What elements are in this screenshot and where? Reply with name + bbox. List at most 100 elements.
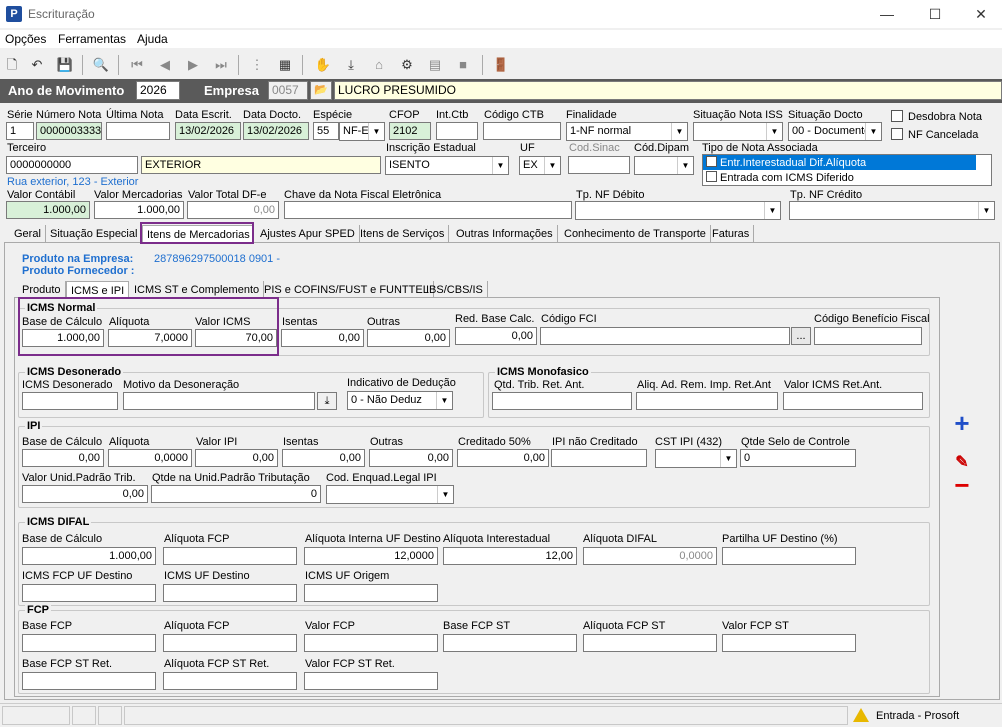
tab-outras-informacoes[interactable]: Outras Informações	[452, 225, 558, 243]
intctb-field[interactable]	[436, 122, 478, 140]
ipi-isentas-field[interactable]: 0,00	[282, 449, 365, 467]
ipi-enquad-select[interactable]: ▼	[326, 485, 454, 504]
icms-red-field[interactable]: 0,00	[455, 327, 537, 345]
valor-dfe-field[interactable]: 0,00	[187, 201, 279, 219]
menu-opcoes[interactable]: Opções	[5, 32, 46, 46]
icms-outras-field[interactable]: 0,00	[367, 329, 450, 347]
ultima-field[interactable]	[106, 122, 170, 140]
save-icon[interactable]: 💾	[56, 56, 74, 74]
maximize-button[interactable]: ☐	[912, 0, 958, 28]
situacao-docto-select[interactable]: 00 - Documento regular▼	[788, 122, 882, 141]
ipi-outras-field[interactable]: 0,00	[369, 449, 453, 467]
undo-icon[interactable]: ↶	[28, 56, 46, 74]
cod-dipam-select[interactable]: ▼	[634, 156, 694, 175]
ipi-cst-select[interactable]: ▼	[655, 449, 737, 468]
fcp-aliq-st-ret-field[interactable]	[163, 672, 297, 690]
previous-record-icon[interactable]: ◀	[156, 56, 174, 74]
tab-situacao-especial[interactable]: Situação Especial	[46, 225, 143, 243]
download-icon[interactable]: ⤓	[342, 56, 360, 74]
new-document-icon[interactable]: 🗋	[3, 56, 21, 74]
last-record-icon[interactable]: ⏭	[212, 56, 230, 74]
data-escrit-field[interactable]: 13/02/2026	[175, 122, 241, 140]
fcp-valor-st-field[interactable]	[722, 634, 856, 652]
difal-aliq-int-dest-field[interactable]: 12,0000	[304, 547, 438, 565]
valor-contabil-field[interactable]: 1.000,00	[6, 201, 90, 219]
data-docto-field[interactable]: 13/02/2026	[243, 122, 309, 140]
ie-select[interactable]: ISENTO ▼	[385, 156, 509, 175]
next-record-icon[interactable]: ▶	[184, 56, 202, 74]
tp-credito-select[interactable]: ▼	[789, 201, 995, 220]
icms-isentas-field[interactable]: 0,00	[281, 329, 364, 347]
especie-select[interactable]: NF-E ▼	[339, 122, 385, 141]
tree-icon[interactable]: ⋮	[248, 56, 266, 74]
nf-cancelada-checkbox[interactable]	[891, 128, 903, 140]
difal-fcp-uf-dest-field[interactable]	[22, 584, 156, 602]
tipo-nota-checkbox-1[interactable]	[706, 156, 717, 167]
difal-icms-uf-dest-field[interactable]	[163, 584, 297, 602]
tipo-nota-checkbox-2[interactable]	[706, 171, 717, 182]
difal-icms-uf-orig-field[interactable]	[304, 584, 438, 602]
chave-field[interactable]	[284, 201, 572, 219]
download-icon[interactable]: ⤓	[317, 392, 337, 410]
difal-base-field[interactable]: 1.000,00	[22, 547, 156, 565]
mono-aliq-field[interactable]	[636, 392, 778, 410]
box-icon[interactable]: ■	[454, 56, 472, 74]
especie-code-field[interactable]: 55	[313, 122, 339, 140]
ipi-nao-cred-field[interactable]	[551, 449, 647, 467]
desdobra-checkbox[interactable]	[891, 110, 903, 122]
fcp-base-st-ret-field[interactable]	[22, 672, 156, 690]
tp-debito-select[interactable]: ▼	[575, 201, 781, 220]
difal-partilha-field[interactable]	[722, 547, 856, 565]
exit-icon[interactable]: 🚪	[492, 56, 510, 74]
ipi-valor-field[interactable]: 0,00	[195, 449, 278, 467]
tab-itens-servicos[interactable]: Itens de Serviços	[356, 225, 450, 243]
valor-merc-field[interactable]: 1.000,00	[94, 201, 184, 219]
print-preview-icon[interactable]: 🔍	[92, 56, 110, 74]
panel-icon[interactable]: ▤	[426, 56, 444, 74]
tab-faturas[interactable]: Faturas	[708, 225, 755, 243]
fcp-valor-field[interactable]	[304, 634, 438, 652]
tab-geral[interactable]: Geral	[10, 225, 46, 243]
close-button[interactable]: ✕	[958, 0, 1002, 28]
ipi-aliq-field[interactable]: 0,0000	[108, 449, 192, 467]
finalidade-select[interactable]: 1-NF normal ▼	[566, 122, 688, 141]
deson-motivo-field[interactable]	[123, 392, 315, 410]
hand-icon[interactable]: ✋	[314, 56, 332, 74]
numero-field[interactable]: 0000003333	[36, 122, 102, 140]
fcp-aliq-st-field[interactable]	[583, 634, 717, 652]
cfop-field[interactable]: 2102	[389, 122, 431, 140]
empresa-code-field[interactable]: 0057	[268, 81, 308, 100]
difal-aliq-fcp-field[interactable]	[163, 547, 297, 565]
remove-item-button[interactable]: −	[950, 472, 974, 498]
icms-fci-field[interactable]	[540, 327, 790, 345]
uf-select[interactable]: EX ▼	[519, 156, 561, 175]
ipi-unid-field[interactable]: 0,00	[22, 485, 148, 503]
serie-field[interactable]: 1	[6, 122, 34, 140]
mono-qtd-field[interactable]	[492, 392, 632, 410]
calculator-icon[interactable]: ▦	[276, 56, 294, 74]
tab-conhecimento-transporte[interactable]: Conhecimento de Transporte	[560, 225, 711, 243]
ano-field[interactable]: 2026	[136, 81, 180, 100]
deson-indicativo-select[interactable]: 0 - Não Deduz ▼	[347, 391, 453, 410]
first-record-icon[interactable]: ⏮	[128, 56, 146, 74]
situacao-iss-select[interactable]: ▼	[693, 122, 783, 141]
menu-ajuda[interactable]: Ajuda	[137, 32, 168, 46]
cod-sinac-field[interactable]	[568, 156, 630, 174]
open-folder-icon[interactable]: 📂	[310, 81, 332, 100]
mono-valor-field[interactable]	[783, 392, 923, 410]
add-item-button[interactable]: +	[950, 410, 974, 436]
terceiro-code-field[interactable]: 0000000000	[6, 156, 138, 174]
fcp-valor-st-ret-field[interactable]	[304, 672, 438, 690]
ipi-cred-field[interactable]: 0,00	[457, 449, 549, 467]
ipi-selo-field[interactable]: 0	[740, 449, 856, 467]
ipi-base-field[interactable]: 0,00	[22, 449, 104, 467]
fcp-aliq-field[interactable]	[163, 634, 297, 652]
ipi-qtd-field[interactable]: 0	[151, 485, 321, 503]
tipo-nota-list[interactable]: Entr.Interestadual Dif.Alíquota Entrada …	[702, 154, 992, 186]
icms-beneficio-field[interactable]	[814, 327, 922, 345]
fci-ellipsis-button[interactable]: ...	[791, 327, 811, 345]
tab-ajustes-apur-sped[interactable]: Ajustes Apur SPED	[256, 225, 360, 243]
difal-aliq-inter-field[interactable]: 12,00	[443, 547, 577, 565]
fcp-base-field[interactable]	[22, 634, 156, 652]
codctb-field[interactable]	[483, 122, 561, 140]
